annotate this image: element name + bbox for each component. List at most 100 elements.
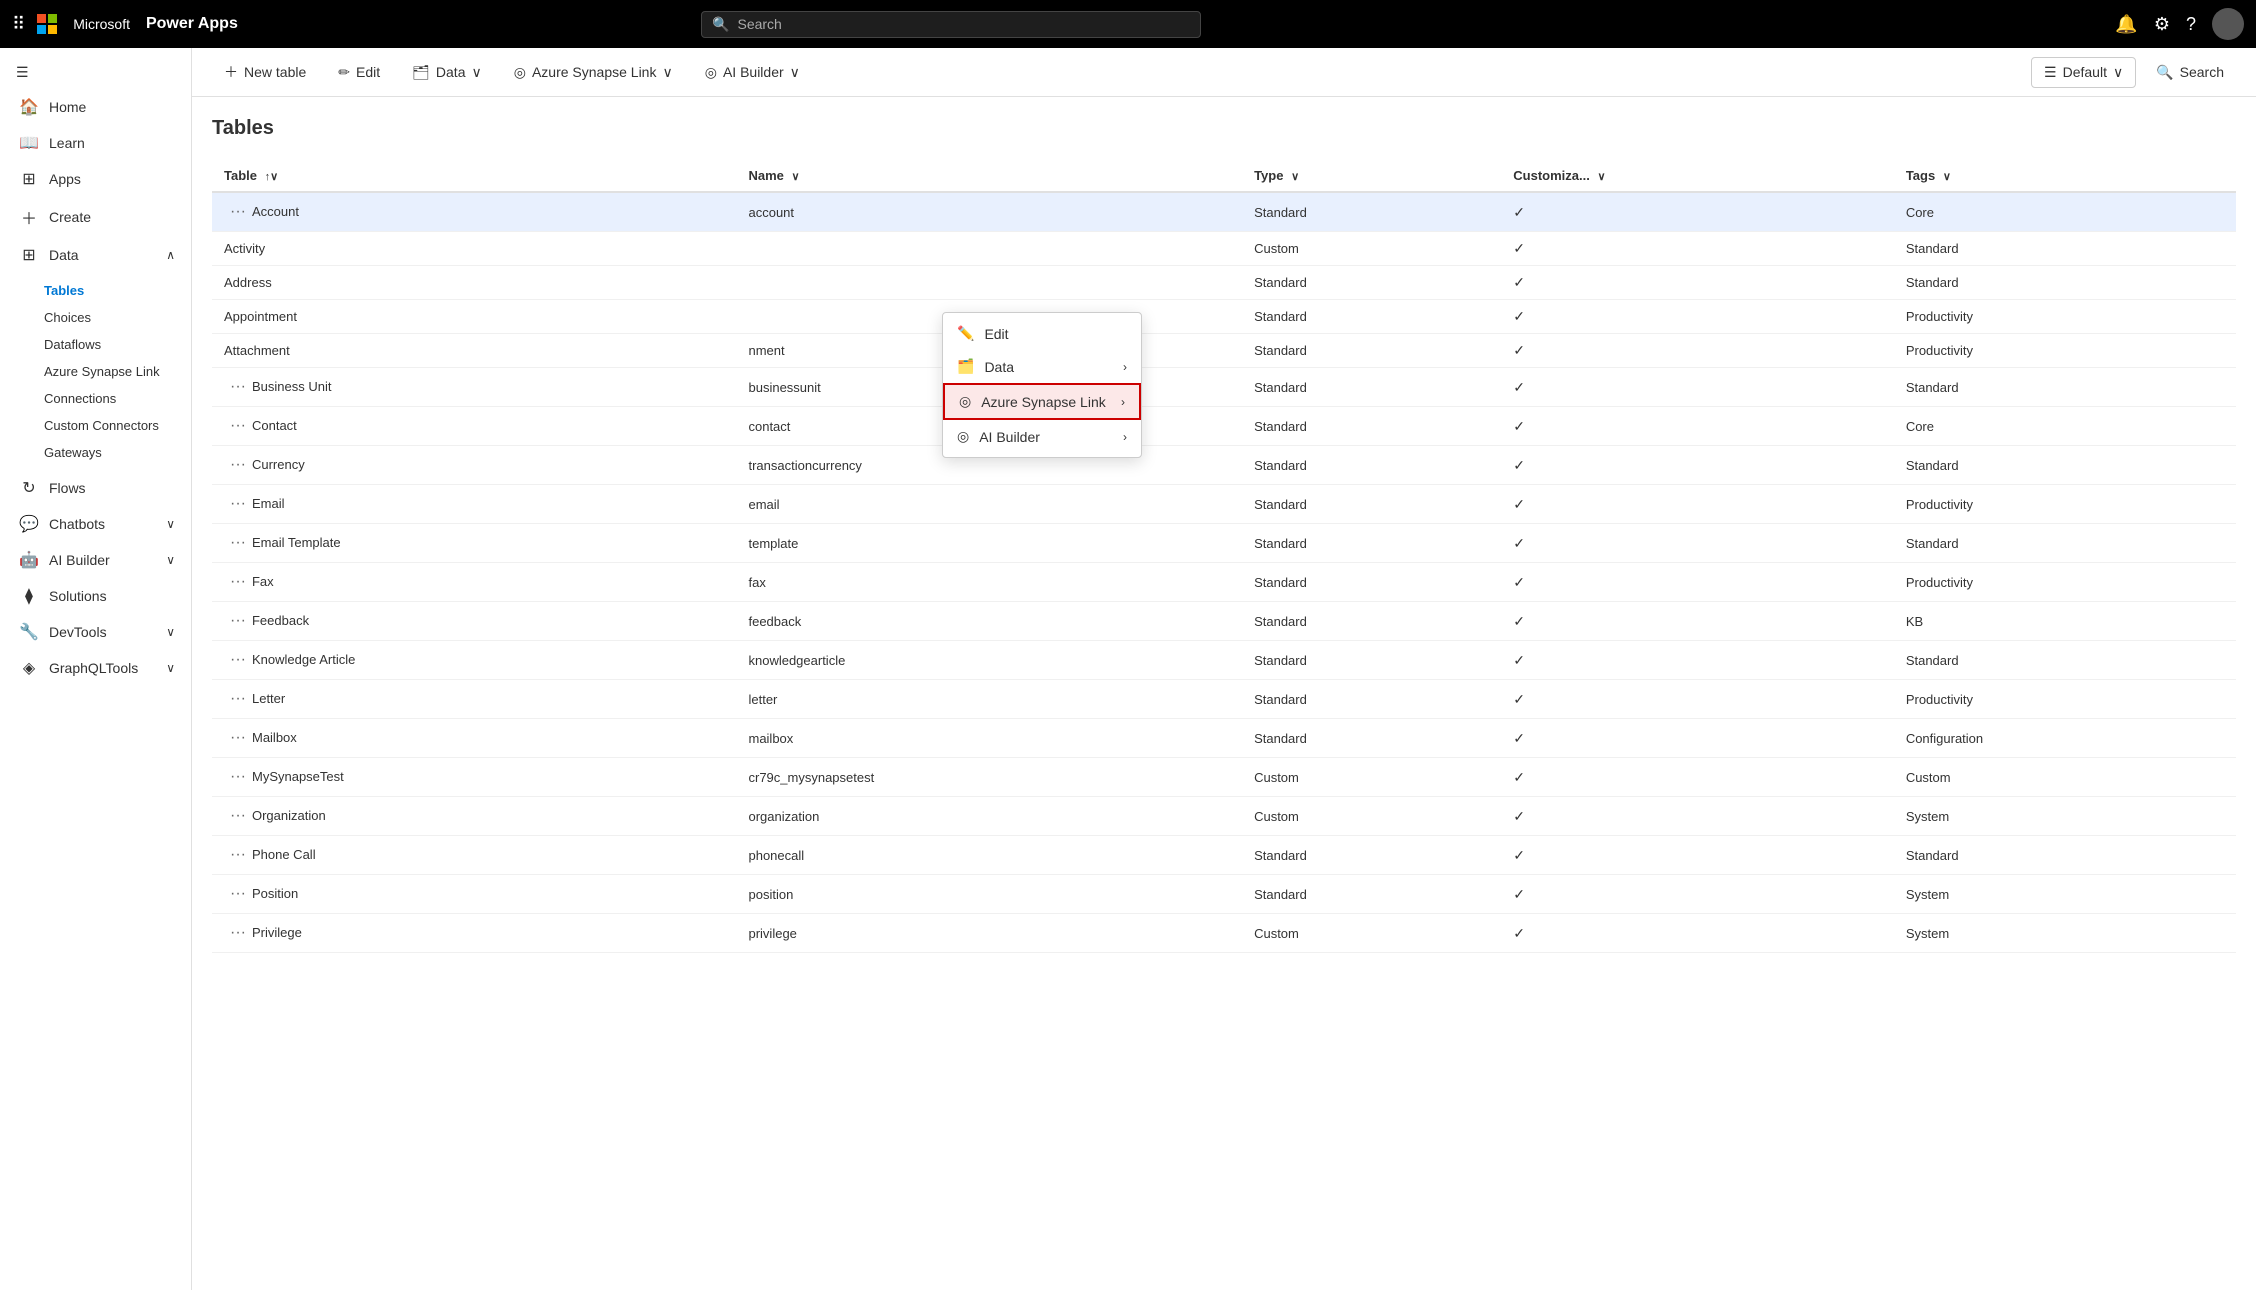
sidebar-sub-item-custom-connectors[interactable]: Custom Connectors [0,412,191,439]
col-header-table[interactable]: Table ↑∨ [212,160,736,192]
data-sub-menu: Tables Choices Dataflows Azure Synapse L… [0,273,191,470]
app-name: Power Apps [146,15,238,33]
customizable-check: ✓ [1513,847,1525,863]
main-content: ＋ New table ✏ Edit 🗂 Data ∨ ◎ Azure Syna… [192,48,2256,1290]
sidebar-item-devtools[interactable]: 🔧 DevTools ∨ [0,614,191,650]
notification-icon[interactable]: 🔔 [2115,14,2137,35]
sidebar-toggle[interactable]: ☰ [0,56,191,89]
search-input[interactable] [737,16,1190,32]
customizable-check: ✓ [1513,379,1525,395]
col-header-type[interactable]: Type ∨ [1242,160,1501,192]
sidebar-item-graphqltools[interactable]: ◈ GraphQLTools ∨ [0,650,191,686]
customizable-check: ✓ [1513,769,1525,785]
row-dots-button[interactable]: ··· [224,766,252,788]
data-button[interactable]: 🗂 Data ∨ [400,58,494,87]
row-dots-button[interactable]: ··· [224,454,252,476]
table-row[interactable]: ···Phone CallphonecallStandard✓Standard [212,836,2236,875]
sidebar-item-ai-builder[interactable]: 🤖 AI Builder ∨ [0,542,191,578]
topbar-right: 🔔 ⚙ ? [2115,8,2244,40]
table-row[interactable]: ActivityCustom✓Standard [212,232,2236,266]
table-row[interactable]: AddressStandard✓Standard [212,266,2236,300]
new-table-icon: ＋ [224,62,238,82]
customizable-check: ✓ [1513,342,1525,358]
sidebar-item-data[interactable]: ⊞ Data ∧ [0,237,191,273]
azure-synapse-link-button[interactable]: ◎ Azure Synapse Link ∨ [502,58,685,87]
table-row[interactable]: ···FeedbackfeedbackStandard✓KB [212,602,2236,641]
table-row[interactable]: ···FaxfaxStandard✓Productivity [212,563,2236,602]
context-menu-item-data[interactable]: 🗂️ Data › [943,350,1141,383]
sidebar: ☰ 🏠 Home 📖 Learn ⊞ Apps ＋ Create ⊞ Data … [0,48,192,1290]
sidebar-item-learn[interactable]: 📖 Learn [0,125,191,161]
row-dots-button[interactable]: ··· [224,610,252,632]
table-row[interactable]: ···Email TemplatetemplateStandard✓Standa… [212,524,2236,563]
toolbar-search-button[interactable]: 🔍 Search [2144,58,2236,87]
sidebar-sub-item-gateways[interactable]: Gateways [0,439,191,466]
table-row[interactable]: ···EmailemailStandard✓Productivity [212,485,2236,524]
graphqltools-expand-icon: ∨ [166,661,175,675]
table-row[interactable]: ···MailboxmailboxStandard✓Configuration [212,719,2236,758]
sidebar-sub-item-choices[interactable]: Choices [0,304,191,331]
sidebar-sub-item-dataflows[interactable]: Dataflows [0,331,191,358]
avatar[interactable] [2212,8,2244,40]
edit-context-icon: ✏️ [957,325,974,342]
table-row[interactable]: ···Business UnitbusinessunitStandard✓Sta… [212,368,2236,407]
row-dots-button[interactable]: ··· [224,688,252,710]
customizable-check: ✓ [1513,274,1525,290]
data-toolbar-icon: 🗂 [412,64,430,81]
table-row[interactable]: ···ContactcontactStandard✓Core [212,407,2236,446]
table-row[interactable]: ···PrivilegeprivilegeCustom✓System [212,914,2236,953]
table-row[interactable]: ···OrganizationorganizationCustom✓System [212,797,2236,836]
sidebar-item-home[interactable]: 🏠 Home [0,89,191,125]
context-menu-item-ai-builder[interactable]: ◎ AI Builder › [943,420,1141,453]
context-menu-item-edit[interactable]: ✏️ Edit [943,317,1141,350]
table-row[interactable]: ···CurrencytransactioncurrencyStandard✓S… [212,446,2236,485]
context-menu-item-azure-synapse[interactable]: ◎ Azure Synapse Link › [943,383,1141,420]
ai-builder-button[interactable]: ◎ AI Builder ∨ [693,58,812,87]
default-button[interactable]: ☰ Default ∨ [2031,57,2136,88]
row-dots-button[interactable]: ··· [224,805,252,827]
graphqltools-icon: ◈ [19,658,39,678]
sidebar-sub-item-tables[interactable]: Tables [0,277,191,304]
customizable-check: ✓ [1513,730,1525,746]
row-dots-button[interactable]: ··· [224,883,252,905]
table-row[interactable]: AppointmentStandard✓Productivity [212,300,2236,334]
global-search[interactable]: 🔍 [701,11,1201,38]
row-dots-button[interactable]: ··· [224,727,252,749]
waffle-icon[interactable]: ⠿ [12,14,25,35]
row-dots-button[interactable]: ··· [224,649,252,671]
table-row[interactable]: ···PositionpositionStandard✓System [212,875,2236,914]
table-row[interactable]: ···MySynapseTestcr79c_mysynapsetestCusto… [212,758,2236,797]
customizable-check: ✓ [1513,925,1525,941]
table-row[interactable]: ···AccountaccountStandard✓Core [212,192,2236,232]
row-dots-button[interactable]: ··· [224,571,252,593]
sidebar-item-apps[interactable]: ⊞ Apps [0,161,191,197]
help-icon[interactable]: ? [2186,14,2196,35]
row-dots-button[interactable]: ··· [224,415,252,437]
sidebar-sub-item-azure-synapse[interactable]: Azure Synapse Link [0,358,191,385]
sidebar-item-chatbots[interactable]: 💬 Chatbots ∨ [0,506,191,542]
sidebar-item-flows[interactable]: ↻ Flows [0,470,191,506]
sidebar-item-create[interactable]: ＋ Create [0,197,191,237]
row-dots-button[interactable]: ··· [224,493,252,515]
table-row[interactable]: AttachmentnmentStandard✓Productivity [212,334,2236,368]
microsoft-logo [37,14,57,34]
edit-button[interactable]: ✏ Edit [326,58,392,87]
row-dots-button[interactable]: ··· [224,922,252,944]
table-row[interactable]: ···Knowledge ArticleknowledgearticleStan… [212,641,2236,680]
table-row[interactable]: ···LetterletterStandard✓Productivity [212,680,2236,719]
sidebar-sub-item-connections[interactable]: Connections [0,385,191,412]
azure-synapse-context-icon: ◎ [959,393,971,410]
settings-icon[interactable]: ⚙ [2154,14,2170,35]
brand-label: Microsoft [73,16,130,32]
data-context-icon: 🗂️ [957,358,974,375]
sidebar-item-solutions[interactable]: ⧫ Solutions [0,578,191,614]
row-dots-button[interactable]: ··· [224,201,252,223]
row-dots-button[interactable]: ··· [224,844,252,866]
row-dots-button[interactable]: ··· [224,532,252,554]
col-header-name[interactable]: Name ∨ [736,160,1242,192]
col-header-customizable[interactable]: Customiza... ∨ [1501,160,1894,192]
new-table-button[interactable]: ＋ New table [212,56,318,88]
customizable-check: ✓ [1513,691,1525,707]
col-header-tags[interactable]: Tags ∨ [1894,160,2236,192]
row-dots-button[interactable]: ··· [224,376,252,398]
